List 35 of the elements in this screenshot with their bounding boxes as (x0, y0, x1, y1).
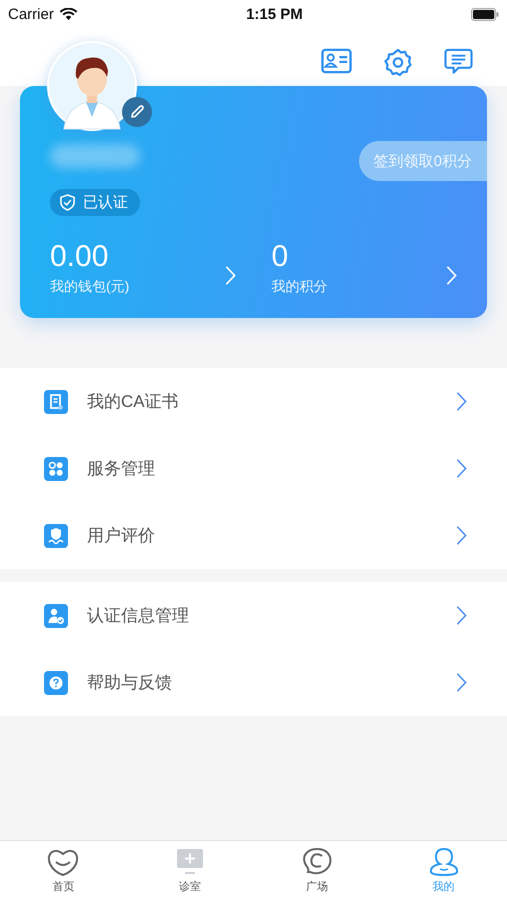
stat-value: 0 (272, 240, 290, 274)
heart-icon (46, 847, 80, 877)
chevron-right-icon[interactable] (224, 264, 236, 286)
help-icon (44, 670, 68, 694)
menu-item[interactable]: 用户评价 (0, 502, 507, 569)
verified-label: 已认证 (83, 193, 128, 212)
chevron-right-icon (456, 605, 467, 626)
tab-item[interactable]: 首页 (0, 841, 127, 900)
grid-icon (44, 456, 68, 480)
chevron-right-icon (456, 672, 467, 693)
menu-item[interactable]: 我的CA证书 (0, 368, 507, 435)
menu-item[interactable]: 服务管理 (0, 435, 507, 502)
carrier-name: Carrier (8, 6, 54, 22)
user-check-icon (44, 604, 68, 628)
stat-label: 我的钱包(元) (50, 278, 130, 296)
id-card-icon[interactable] (321, 48, 352, 74)
shield-check-icon (60, 194, 75, 211)
avatar[interactable] (47, 41, 137, 131)
stat-label: 我的积分 (272, 278, 328, 296)
wifi-icon (58, 8, 78, 20)
message-icon[interactable] (444, 48, 473, 75)
tab-item[interactable]: 广场 (254, 841, 380, 900)
stat-value: 0.00 (50, 240, 110, 274)
document-icon (44, 390, 68, 414)
tab-item[interactable]: 诊室 (126, 841, 254, 900)
status-time: 1:15 PM (246, 6, 303, 22)
chevron-right-icon (456, 458, 467, 479)
settings-icon[interactable] (384, 48, 412, 76)
chevron-right-icon (456, 391, 467, 412)
chevron-right-icon[interactable] (446, 264, 457, 286)
chevron-right-icon (456, 525, 467, 546)
edit-icon[interactable] (122, 97, 152, 127)
battery-icon (471, 8, 500, 20)
menu-item[interactable]: 认证信息管理 (0, 582, 507, 649)
menu-item[interactable]: 帮助与反馈 (0, 649, 507, 716)
